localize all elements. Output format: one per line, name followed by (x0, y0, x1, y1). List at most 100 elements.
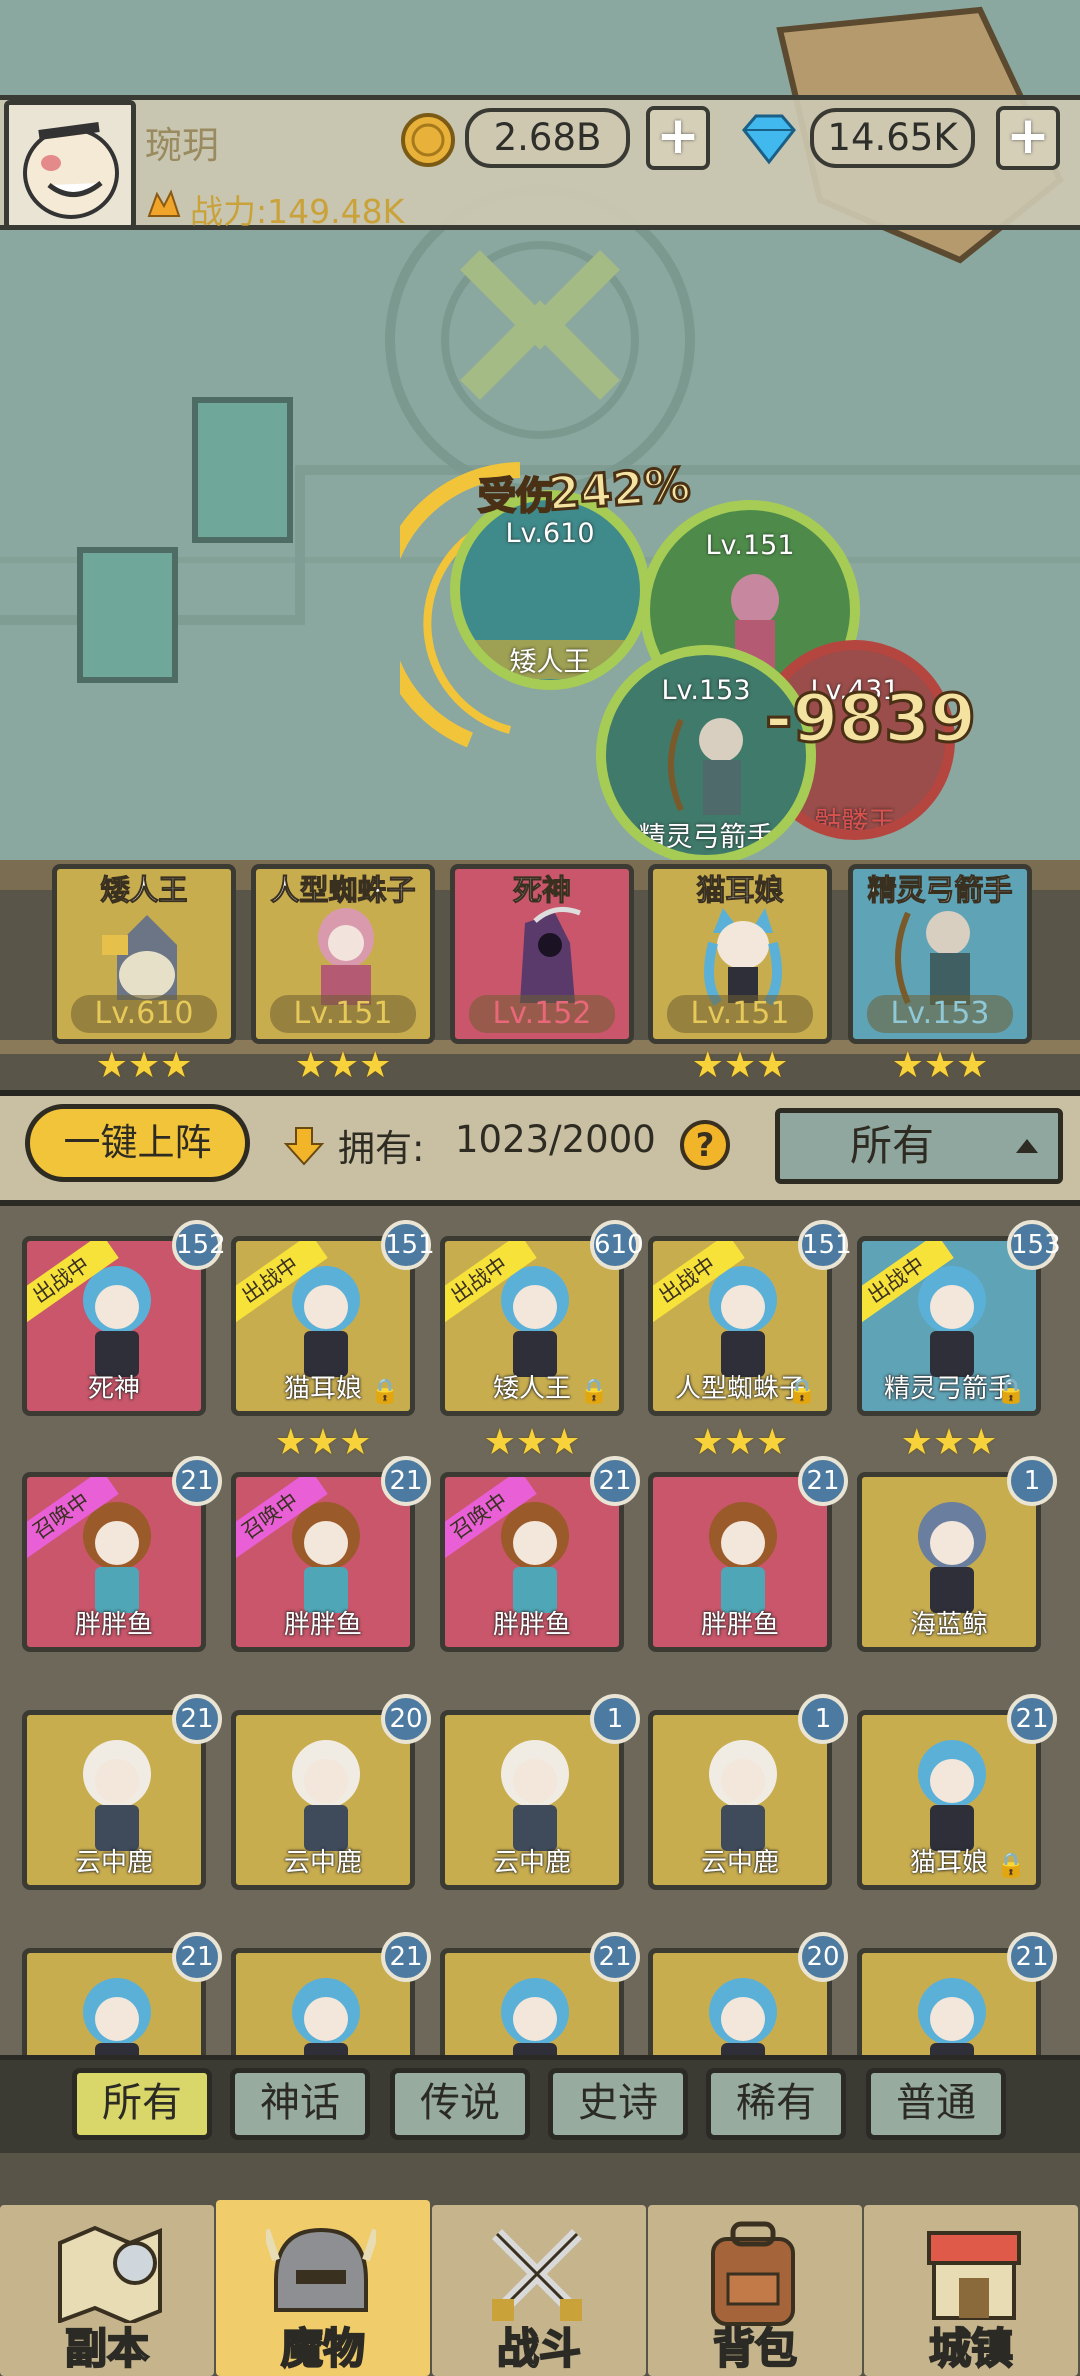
team-slot-level: Lv.151 (270, 995, 416, 1033)
level-badge: 21 (1007, 1694, 1057, 1744)
nav-label: 背包 (712, 2323, 798, 2374)
monster-card[interactable]: 海蓝鲸 (857, 1472, 1041, 1652)
monster-card[interactable]: 胖胖鱼 召唤中 (231, 1472, 415, 1652)
tab-all[interactable]: 所有 (72, 2068, 212, 2140)
tab-epic[interactable]: 史诗 (548, 2068, 688, 2140)
map-icon (58, 2225, 162, 2323)
elf-archer-sprite (668, 718, 743, 815)
nav-town[interactable]: 城镇 (864, 2205, 1078, 2376)
owned-count: 1023/2000 (455, 1118, 656, 1161)
monster-sprite (501, 1978, 569, 2055)
team-slot[interactable]: 猫耳娘 Lv.151 (648, 864, 832, 1044)
monster-card[interactable]: 精灵弓箭手 出战中 🔒 (857, 1236, 1041, 1416)
spider-girl-sprite (318, 908, 374, 1005)
unit-name: 精灵弓箭手 (638, 822, 774, 853)
level-badge: 21 (172, 1932, 222, 1982)
diamond-amount: 14.65K (810, 108, 975, 168)
player-avatar[interactable] (4, 100, 136, 230)
crossed-swords-icon (492, 2229, 582, 2321)
team-slot-stars: ★★★ (891, 1045, 989, 1086)
elf-archer-sprite (895, 911, 970, 1005)
tab-legendary[interactable]: 传说 (390, 2068, 530, 2140)
add-gold-button[interactable]: + (646, 106, 710, 170)
team-slot-level: Lv.151 (667, 995, 813, 1033)
monster-card[interactable]: 云中鹿 (648, 1710, 832, 1890)
nav-battle[interactable]: 战斗 (432, 2205, 646, 2376)
team-slot[interactable]: 精灵弓箭手 Lv.153 (848, 864, 1032, 1044)
nav-monsters[interactable]: 魔物 (216, 2200, 430, 2376)
tab-mythic[interactable]: 神话 (230, 2068, 370, 2140)
monster-card[interactable]: 云中鹿 (22, 1710, 206, 1890)
monster-sprite (709, 1978, 777, 2055)
monster-card[interactable]: 猫耳娘 出战中 🔒 (231, 1236, 415, 1416)
monster-sprite (918, 1978, 986, 2055)
monster-card-name: 云中鹿 (700, 1848, 779, 1878)
level-badge: 153 (1007, 1220, 1061, 1270)
monster-card-name: 胖胖鱼 (283, 1610, 362, 1640)
monster-card[interactable]: 矮人王 出战中 🔒 (440, 1236, 624, 1416)
monster-card-name: 死神 (87, 1374, 140, 1404)
caret-up-icon (1016, 1139, 1038, 1153)
monster-card[interactable]: 胖胖鱼 (648, 1472, 832, 1652)
team-slot-level: Lv.152 (469, 995, 615, 1033)
nav-label: 战斗 (496, 2323, 582, 2374)
monster-card[interactable]: 云中鹿 (231, 1710, 415, 1890)
lock-icon: 🔒 (996, 1377, 1026, 1405)
tab-rare[interactable]: 稀有 (706, 2068, 846, 2140)
monster-card[interactable]: 胖胖鱼 召唤中 (22, 1472, 206, 1652)
monster-card[interactable]: 人型蜘蛛子 出战中 🔒 (648, 1236, 832, 1416)
nav-label: 魔物 (280, 2323, 366, 2374)
level-badge: 1 (798, 1694, 848, 1744)
nav-label: 副本 (64, 2323, 150, 2374)
reaper-sprite (520, 906, 581, 1003)
monster-card[interactable]: 胖胖鱼 召唤中 (440, 1472, 624, 1652)
lock-icon: 🔒 (579, 1377, 609, 1405)
add-diamond-button[interactable]: + (996, 106, 1060, 170)
nav-dungeon[interactable]: 副本 (0, 2205, 214, 2376)
arrow-down-icon (282, 1124, 326, 1168)
team-slot-stars: ★★★ (294, 1045, 392, 1086)
level-badge: 610 (590, 1220, 644, 1270)
owned-label: 拥有: (338, 1127, 425, 1170)
monster-card-name: 胖胖鱼 (492, 1610, 571, 1640)
monster-card-name: 云中鹿 (283, 1848, 362, 1878)
team-slot-name: 精灵弓箭手 (867, 873, 1013, 908)
dwarf-king-sprite (102, 915, 177, 1000)
player-name: 琬玥 (145, 124, 219, 167)
level-badge: 152 (172, 1220, 226, 1270)
monster-card[interactable]: 云中鹿 (440, 1710, 624, 1890)
team-slot[interactable]: 死神 Lv.152 (450, 864, 634, 1044)
monster-card[interactable]: 死神 出战中 (22, 1236, 206, 1416)
buff-value: 242% (545, 456, 694, 523)
auto-deploy-button[interactable]: 一键上阵 (25, 1104, 250, 1182)
level-badge: 21 (381, 1456, 431, 1506)
nav-backpack[interactable]: 背包 (648, 2205, 862, 2376)
filter-selected-value: 所有 (850, 1121, 935, 1170)
level-badge: 21 (172, 1456, 222, 1506)
helmet-icon (266, 2227, 376, 2312)
avatar-face-icon (9, 105, 131, 225)
filter-dropdown[interactable]: 所有 (775, 1108, 1063, 1184)
level-badge: 21 (590, 1456, 640, 1506)
help-icon[interactable]: ? (680, 1120, 730, 1170)
team-slot[interactable]: 矮人王 Lv.610 (52, 864, 236, 1044)
cat-girl-sprite (704, 908, 782, 1006)
level-badge: 21 (381, 1932, 431, 1982)
tab-common[interactable]: 普通 (866, 2068, 1006, 2140)
monster-sprite (292, 1978, 360, 2055)
combat-power: 战力:149.48K (190, 192, 405, 231)
team-slot[interactable]: 人型蜘蛛子 Lv.151 (251, 864, 435, 1044)
team-slot-level: Lv.610 (71, 995, 217, 1033)
lock-icon: 🔒 (996, 1851, 1026, 1879)
unit-name: 矮人王 (460, 640, 640, 679)
team-slot-name: 猫耳娘 (696, 873, 784, 908)
level-badge: 1 (590, 1694, 640, 1744)
nav-label: 城镇 (928, 2323, 1014, 2374)
monster-card[interactable]: 猫耳娘 🔒 (857, 1710, 1041, 1890)
monster-sprite (83, 1740, 151, 1851)
gold-coin-icon (400, 112, 456, 168)
monster-card-name: 海蓝鲸 (909, 1610, 988, 1640)
team-slot-stars (450, 1045, 634, 1081)
monster-sprite (918, 1502, 986, 1613)
damage-number: -9839 (763, 679, 977, 759)
